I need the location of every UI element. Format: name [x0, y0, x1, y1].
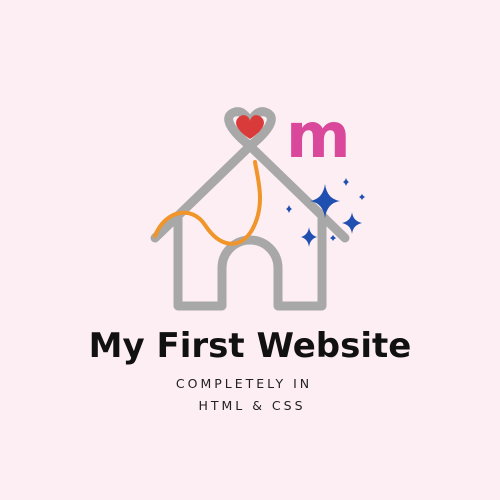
tagline-line-1: COMPLETELY IN	[175, 376, 313, 391]
logo-canvas: m My First Website COMPLETELY IN HTML & …	[0, 0, 500, 500]
letter-m-icon: m	[286, 99, 351, 172]
string-line	[153, 160, 262, 246]
tagline-line-2: HTML & CSS	[198, 398, 306, 413]
logo-graphic: m	[150, 99, 365, 311]
site-title: My First Website	[88, 326, 412, 366]
